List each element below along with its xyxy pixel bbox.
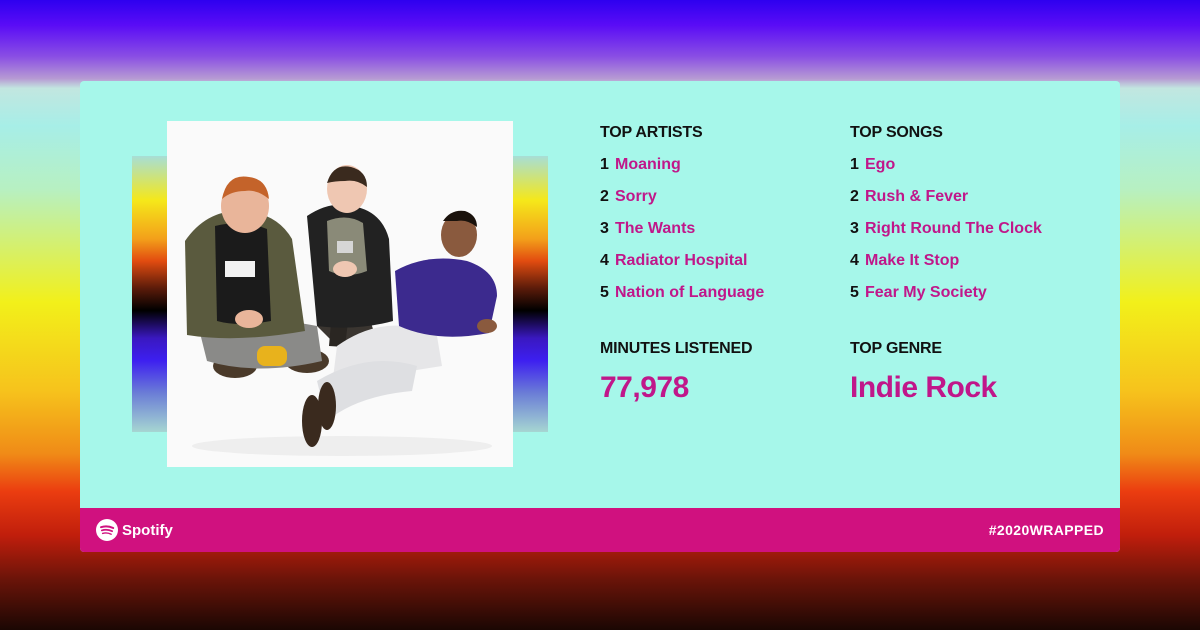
rank-number: 1: [850, 156, 859, 173]
artist-name: Nation of Language: [615, 284, 765, 301]
spotify-logo-icon: [96, 519, 118, 541]
right-column: TOP SONGS 1 Ego 2 Rush & Fever 3 Right Roun…: [850, 123, 1080, 405]
song-name: Make It Stop: [865, 252, 960, 269]
rank-number: 5: [850, 284, 859, 301]
artist-name: Sorry: [615, 188, 657, 205]
top-songs-title: TOP SONGS: [850, 124, 943, 141]
list-item: 4 Make It Stop: [850, 251, 1080, 283]
artist-name: Moaning: [615, 156, 681, 173]
list-item: 2 Sorry: [600, 187, 830, 219]
rank-number: 3: [600, 220, 609, 237]
list-item: 1 Ego: [850, 155, 1080, 187]
song-name: Fear My Society: [865, 284, 987, 301]
song-name: Rush & Fever: [865, 188, 969, 205]
artist-name: Radiator Hospital: [615, 252, 748, 269]
top-artists-title: TOP ARTISTS: [600, 124, 703, 141]
top-genre-value: Indie Rock: [850, 371, 997, 404]
rank-number: 1: [600, 156, 609, 173]
brand-name: Spotify: [122, 521, 173, 539]
artist-photo: [167, 121, 513, 467]
top-genre-title: TOP GENRE: [850, 340, 942, 357]
list-item: 1 Moaning: [600, 155, 830, 187]
top-artists-list: 1 Moaning 2 Sorry 3 The Wants 4 Radiator Hos…: [600, 155, 830, 315]
rank-number: 3: [850, 220, 859, 237]
list-item: 4 Radiator Hospital: [600, 251, 830, 283]
list-item: 3 The Wants: [600, 219, 830, 251]
list-item: 2 Rush & Fever: [850, 187, 1080, 219]
minutes-listened-value: 77,978: [600, 371, 689, 404]
band-photo-illustration: [167, 121, 513, 467]
list-item: 5 Fear My Society: [850, 283, 1080, 315]
rank-number: 2: [850, 188, 859, 205]
wrapped-hashtag: #2020WRAPPED: [988, 522, 1104, 538]
rank-number: 4: [600, 252, 609, 269]
song-name: Right Round The Clock: [865, 220, 1042, 237]
left-column: TOP ARTISTS 1 Moaning 2 Sorry 3 The Wants 4…: [600, 123, 830, 405]
rank-number: 2: [600, 188, 609, 205]
top-songs-list: 1 Ego 2 Rush & Fever 3 Right Round The Cloc…: [850, 155, 1080, 315]
list-item: 3 Right Round The Clock: [850, 219, 1080, 251]
spotify-brand: Spotify: [96, 519, 173, 541]
artist-name: The Wants: [615, 220, 696, 237]
footer-bar: Spotify #2020WRAPPED: [80, 508, 1120, 552]
list-item: 5 Nation of Language: [600, 283, 830, 315]
song-name: Ego: [865, 156, 896, 173]
rank-number: 5: [600, 284, 609, 301]
minutes-listened-title: MINUTES LISTENED: [600, 340, 753, 357]
rank-number: 4: [850, 252, 859, 269]
wrapped-card: TOP ARTISTS 1 Moaning 2 Sorry 3 The Wants 4…: [80, 81, 1120, 552]
